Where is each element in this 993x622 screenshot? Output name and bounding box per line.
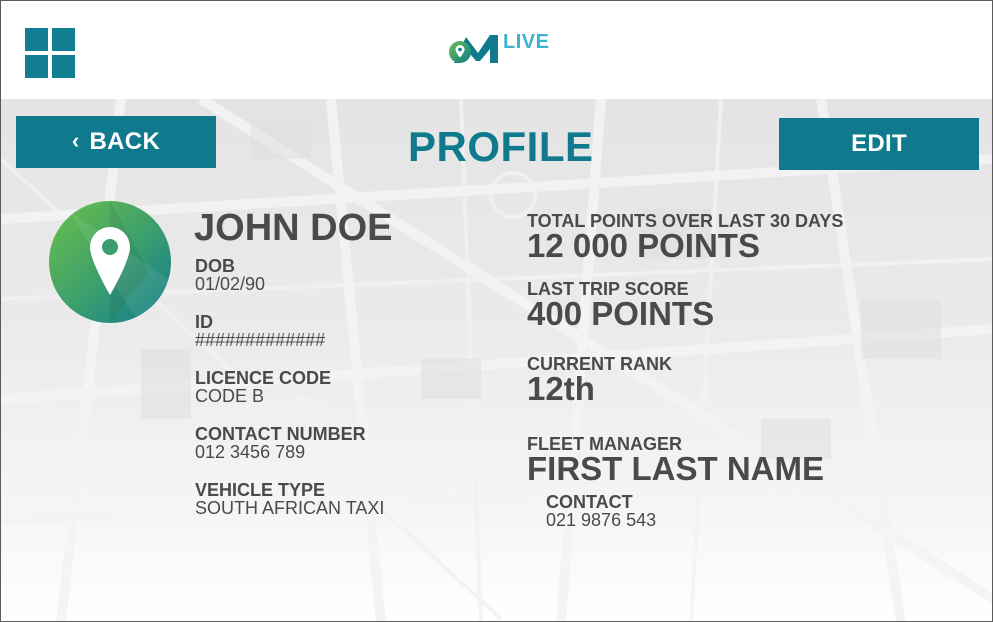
last-trip-value: 400 POINTS bbox=[527, 295, 715, 332]
current-rank-value: 12th bbox=[527, 370, 595, 407]
avatar-location-icon bbox=[49, 201, 171, 323]
edit-button-label: EDIT bbox=[851, 130, 907, 157]
back-button-label: BACK bbox=[89, 128, 161, 155]
vehicle-type-value: SOUTH AFRICAN TAXI bbox=[195, 498, 385, 518]
profile-screen: ‹ BACK PROFILE EDIT JOHN DOE DOB 01/02/9… bbox=[1, 99, 992, 621]
contact-number-label: CONTACT NUMBER bbox=[195, 424, 366, 444]
dob-field: DOB 01/02/90 bbox=[195, 257, 265, 294]
grid-tile bbox=[52, 55, 75, 78]
top-bar: LIVE bbox=[1, 1, 992, 99]
fleet-contact-label: CONTACT bbox=[546, 492, 633, 512]
app-logo: LIVE bbox=[448, 31, 549, 67]
fleet-manager-value: FIRST LAST NAME bbox=[527, 450, 824, 487]
back-button[interactable]: ‹ BACK bbox=[16, 116, 216, 168]
dob-label: DOB bbox=[195, 256, 235, 276]
app-window: LIVE ‹ BACK PROFILE EDIT JOHN DOE DOB 01… bbox=[0, 0, 993, 622]
logo-mark-icon bbox=[449, 35, 498, 63]
last-trip-stat: LAST TRIP SCORE 400 POINTS bbox=[527, 280, 715, 332]
current-rank-stat: CURRENT RANK 12th bbox=[527, 355, 672, 407]
licence-code-field: LICENCE CODE CODE B bbox=[195, 369, 331, 406]
contact-number-field: CONTACT NUMBER 012 3456 789 bbox=[195, 425, 366, 462]
chevron-left-icon: ‹ bbox=[71, 128, 80, 153]
edit-button[interactable]: EDIT bbox=[779, 118, 979, 170]
contact-number-value: 012 3456 789 bbox=[195, 442, 306, 462]
licence-code-value: CODE B bbox=[195, 386, 265, 406]
total-points-stat: TOTAL POINTS OVER LAST 30 DAYS 12 000 PO… bbox=[527, 212, 843, 264]
fleet-manager-contact: CONTACT 021 9876 543 bbox=[546, 493, 656, 530]
vehicle-type-field: VEHICLE TYPE SOUTH AFRICAN TAXI bbox=[195, 481, 384, 518]
fleet-manager-stat: FLEET MANAGER FIRST LAST NAME bbox=[527, 435, 824, 487]
dob-value: 01/02/90 bbox=[195, 274, 266, 294]
id-field: ID ############# bbox=[195, 313, 325, 350]
logo-text: LIVE bbox=[503, 31, 550, 53]
grid-tile bbox=[25, 55, 48, 78]
page-title: PROFILE bbox=[408, 123, 594, 170]
id-label: ID bbox=[195, 312, 213, 332]
licence-code-label: LICENCE CODE bbox=[195, 368, 332, 388]
grid-tile bbox=[52, 28, 75, 51]
grid-menu-icon[interactable] bbox=[25, 28, 75, 78]
vehicle-type-label: VEHICLE TYPE bbox=[195, 480, 326, 500]
grid-tile bbox=[25, 28, 48, 51]
map-background bbox=[1, 99, 992, 621]
total-points-value: 12 000 POINTS bbox=[527, 227, 760, 264]
id-value: ############# bbox=[195, 330, 326, 350]
driver-name: JOHN DOE bbox=[194, 207, 393, 249]
fleet-contact-value: 021 9876 543 bbox=[546, 510, 657, 530]
